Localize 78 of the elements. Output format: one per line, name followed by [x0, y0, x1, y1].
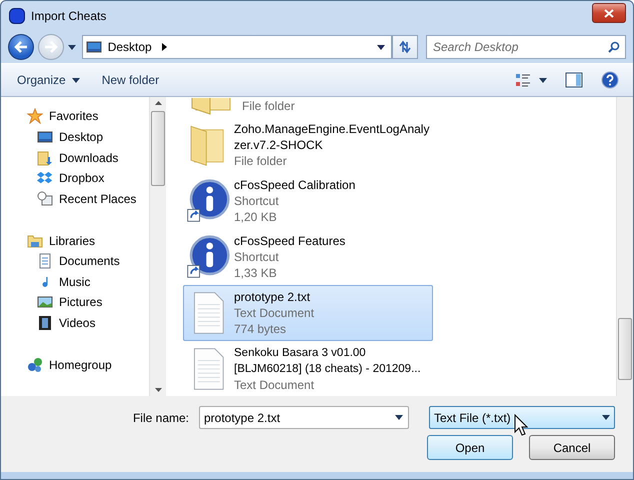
- box-icon: [37, 170, 53, 186]
- file-type: Shortcut: [234, 249, 280, 265]
- search-field[interactable]: Search Desktop: [426, 35, 626, 59]
- scroll-down-icon: [154, 388, 162, 392]
- toolbar-button[interactable]: Organize: [9, 69, 88, 91]
- file-name: prototype 2.txt: [234, 289, 312, 305]
- refresh-arrows-icon: [398, 40, 412, 54]
- window-title: Import Cheats: [31, 9, 108, 23]
- toolbar-button[interactable]: New folder: [94, 69, 168, 91]
- file-item[interactable]: prototype 2.txt Text Document 774 bytes: [183, 285, 433, 341]
- file-type: Text Document: [234, 377, 316, 393]
- sidebar-scrollbar[interactable]: [149, 97, 166, 396]
- close-icon: [604, 8, 614, 18]
- file-size: 1,20 KB: [234, 209, 278, 225]
- dialog-button[interactable]: Cancel: [529, 435, 615, 460]
- file-type: Shortcut: [234, 193, 280, 209]
- monitor-icon: [86, 39, 102, 55]
- sidebar-item[interactable]: Desktop: [59, 130, 104, 144]
- address-location[interactable]: Desktop: [108, 40, 152, 54]
- file-type: Text Document: [234, 305, 316, 321]
- refresh-button[interactable]: [392, 35, 418, 59]
- scroll-thumb[interactable]: [151, 111, 165, 186]
- address-bar[interactable]: Desktop: [82, 35, 392, 59]
- file-name: Zoho.ManageEngine.EventLogAnalyzer.v7.2-SHOCK: [234, 121, 430, 153]
- scroll-thumb[interactable]: [618, 318, 632, 380]
- dropdown-caret-icon: [395, 415, 403, 420]
- file-name: Senkoku Basara 3 v01.00 [BLJM60218] (18 cheats) - 201209...: [234, 346, 422, 377]
- sidebar-item[interactable]: Downloads: [59, 150, 118, 165]
- back-button[interactable]: [8, 34, 34, 60]
- mouse-cursor-icon: [514, 414, 528, 436]
- sidebar-item[interactable]: Recent Places: [59, 192, 136, 206]
- recent-places-icon: [37, 190, 53, 207]
- app-icon: [9, 8, 25, 24]
- file-name-field[interactable]: prototype 2.txt: [199, 406, 409, 429]
- preview-pane-icon: [565, 72, 583, 88]
- homegroup-icon: [27, 356, 43, 373]
- view-list-icon: [515, 72, 531, 88]
- sidebar-group[interactable]: Favorites: [49, 109, 98, 124]
- film-icon: [37, 315, 53, 332]
- star-icon: [27, 108, 43, 124]
- search-icon: [608, 41, 620, 53]
- file-item[interactable]: cFosSpeed Features Shortcut 1,33 KB: [183, 229, 433, 285]
- dialog-button[interactable]: Open: [427, 435, 513, 460]
- dropdown-caret-icon: [602, 415, 610, 420]
- scroll-up-icon: [154, 101, 162, 105]
- picture-icon: [37, 294, 53, 310]
- help-icon: [601, 71, 619, 89]
- file-list-scrollbar[interactable]: [616, 97, 633, 396]
- back-arrow-icon: [14, 41, 28, 53]
- sidebar-group[interactable]: Libraries: [49, 234, 96, 248]
- file-item[interactable]: Senkoku Basara 3 v01.00 [BLJM60218] (18 cheats) - 201209... Text Document: [183, 341, 433, 396]
- forward-arrow-icon: [44, 41, 58, 53]
- library-folder-icon: [27, 232, 43, 249]
- chevron-icon: [162, 43, 167, 51]
- sidebar-item[interactable]: Pictures: [59, 295, 102, 310]
- file-item[interactable]: cFosSpeed Calibration Shortcut 1,20 KB: [183, 173, 433, 229]
- file-type: File folder: [234, 153, 288, 169]
- file-item[interactable]: File folder: [183, 97, 433, 117]
- monitor-icon: [37, 128, 53, 145]
- file-name: cFosSpeed Features: [234, 233, 346, 249]
- dropdown-caret-icon: [377, 44, 386, 50]
- file-size: 774 bytes: [234, 321, 288, 337]
- caret-icon: [539, 78, 547, 82]
- download-folder-icon: [37, 150, 53, 166]
- sidebar-group[interactable]: Homegroup: [49, 358, 112, 372]
- file-size: 1,33 KB: [234, 265, 278, 281]
- file-item[interactable]: Zoho.ManageEngine.EventLogAnalyzer.v7.2-SHOCK File folder: [183, 117, 433, 173]
- file-name: cFosSpeed Calibration: [234, 177, 356, 193]
- close-button[interactable]: [592, 3, 626, 23]
- sidebar-item[interactable]: Music: [59, 274, 90, 289]
- document-icon: [37, 253, 53, 270]
- file-name-label: File name:: [132, 410, 189, 424]
- sidebar-item[interactable]: Dropbox: [59, 171, 104, 186]
- history-caret-icon: [68, 44, 76, 50]
- sidebar-item[interactable]: Videos: [59, 316, 96, 330]
- file-type: File folder: [242, 98, 295, 114]
- sidebar-item[interactable]: Documents: [59, 254, 120, 268]
- file-type-dropdown[interactable]: Text File (*.txt): [429, 406, 615, 429]
